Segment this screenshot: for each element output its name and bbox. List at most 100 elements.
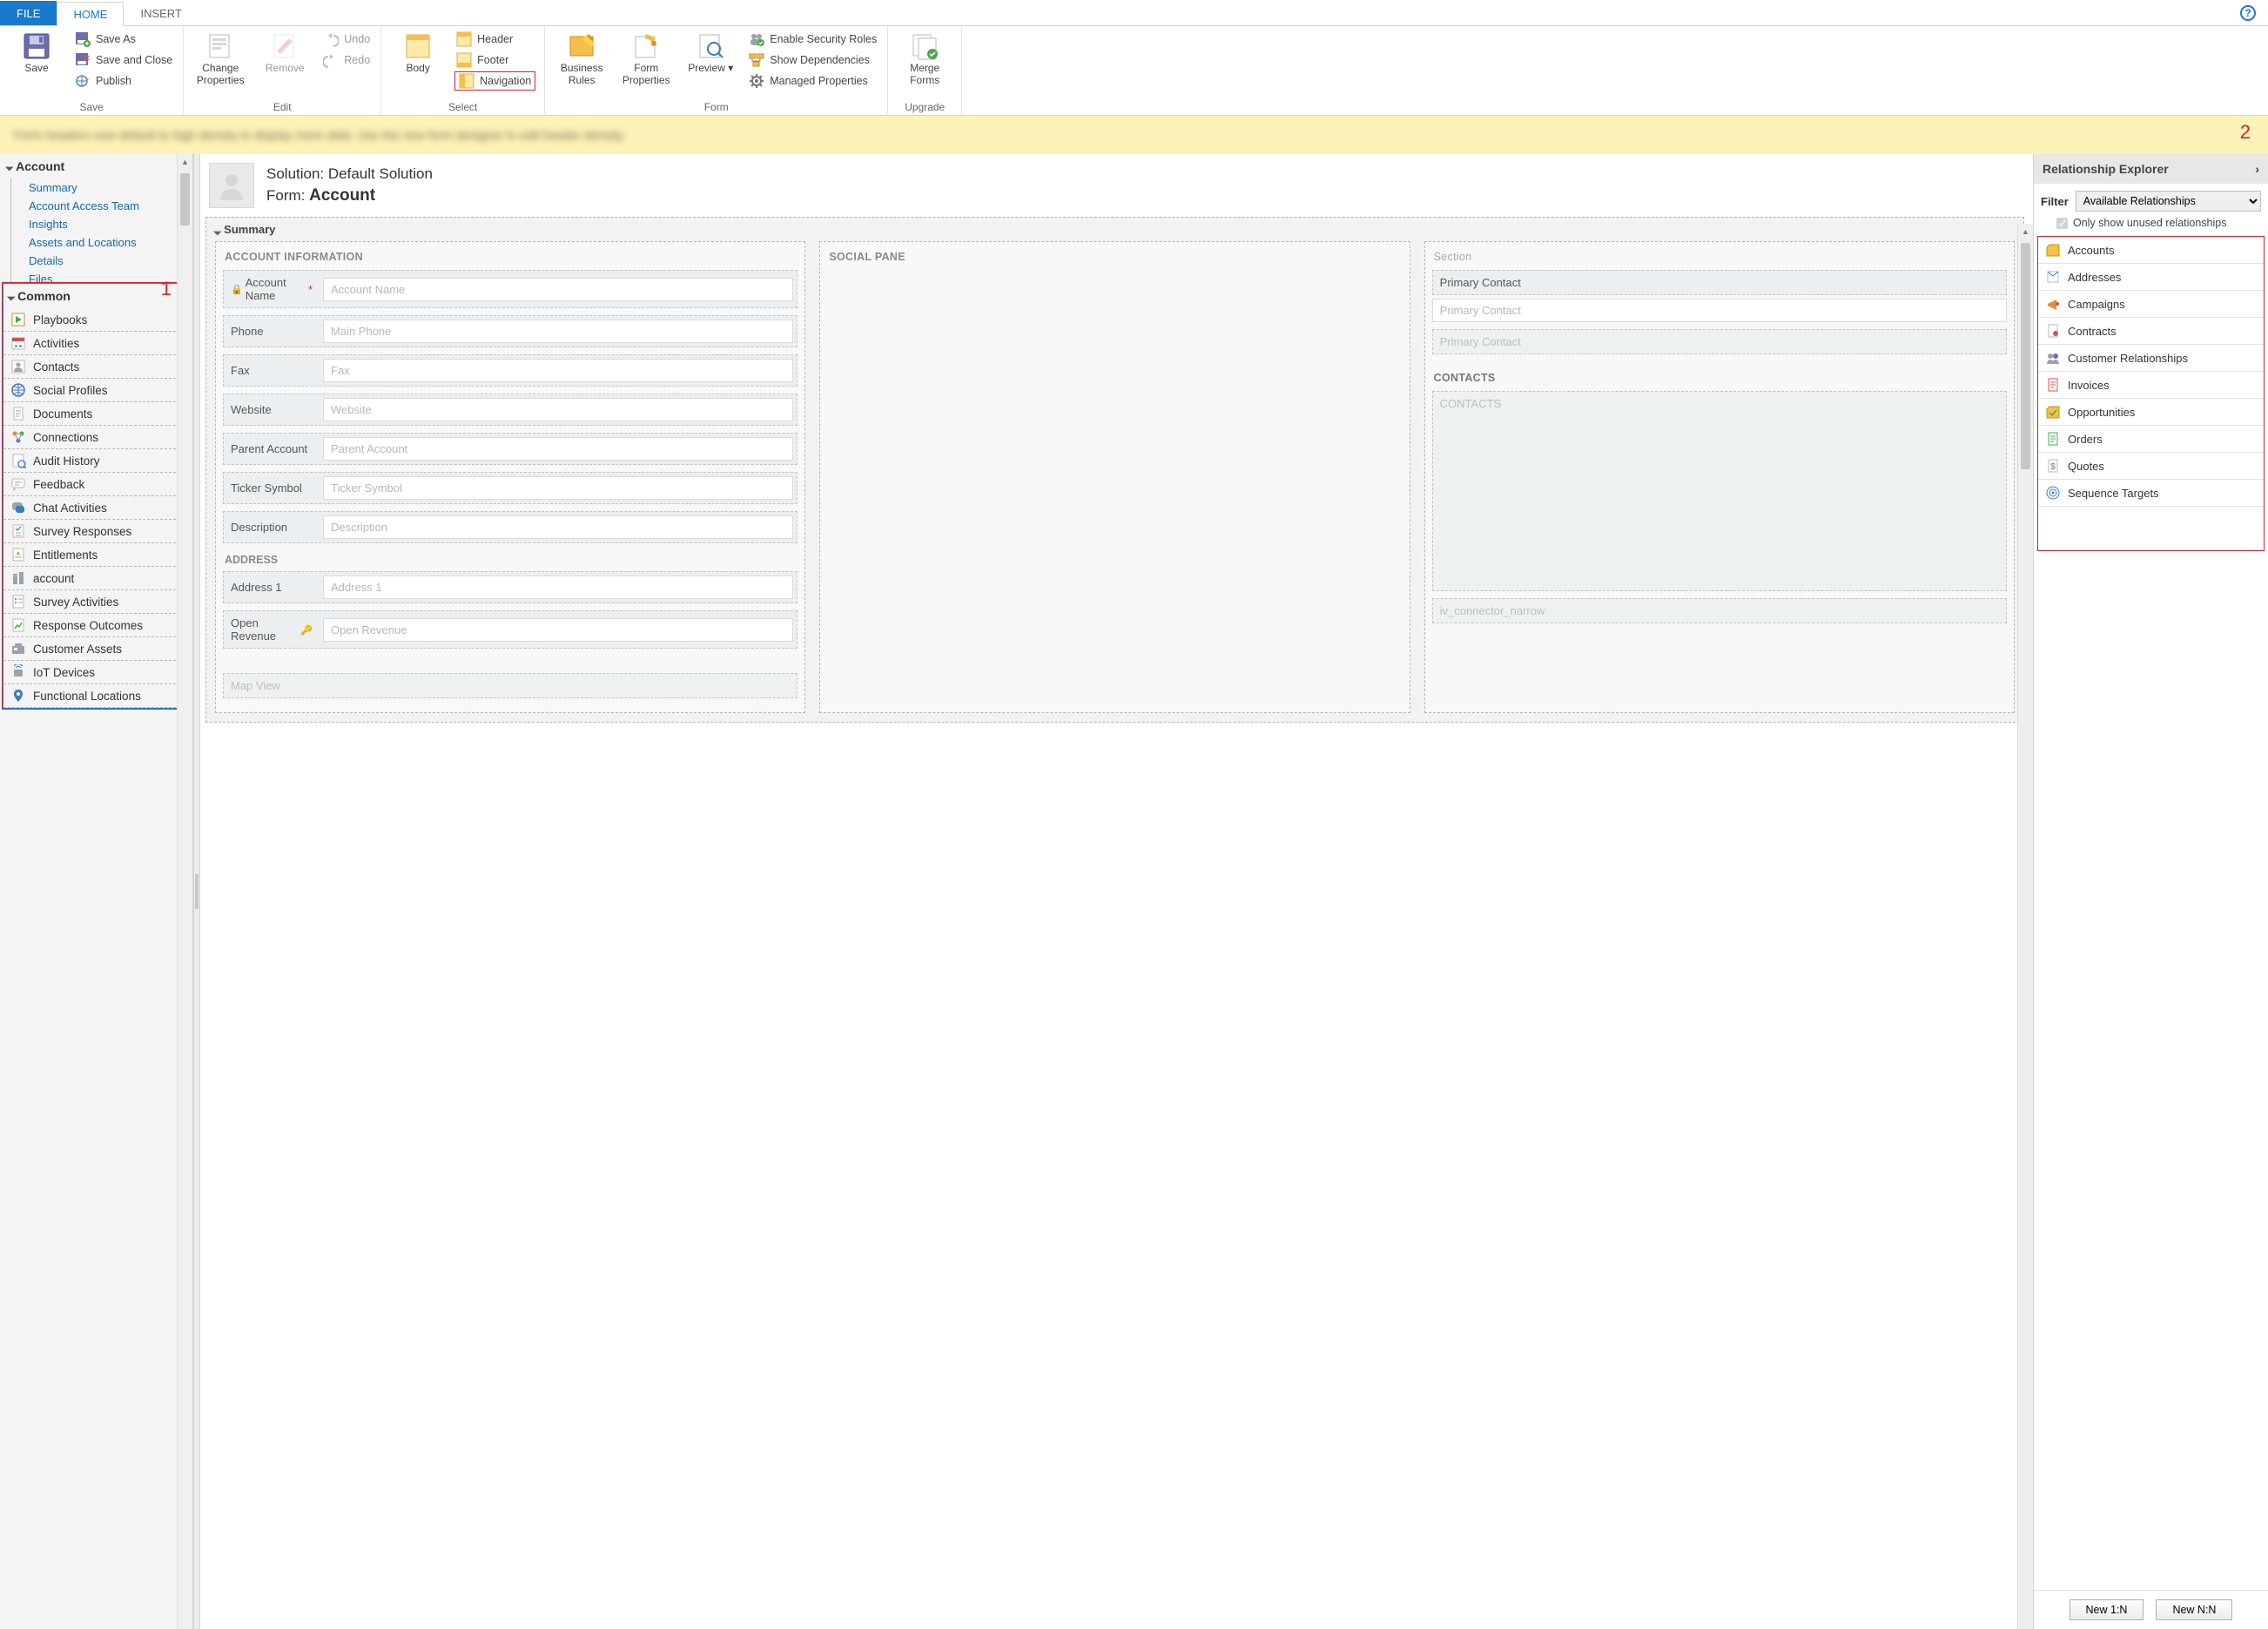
- item-icon: [10, 335, 26, 351]
- form-properties-button[interactable]: Form Properties: [618, 30, 674, 99]
- field-input[interactable]: Address 1: [323, 576, 793, 599]
- relationship-item-opportunities[interactable]: Opportunities: [2038, 399, 2264, 426]
- field-website[interactable]: WebsiteWebsite: [223, 394, 798, 426]
- summary-section[interactable]: Summary ACCOUNT INFORMATION 🔒Account Nam…: [205, 217, 2024, 723]
- leftnav-scrollbar[interactable]: ▲: [177, 154, 192, 1629]
- col-social-pane[interactable]: SOCIAL PANE: [819, 241, 1410, 713]
- common-item-audit-history[interactable]: Audit History: [3, 449, 189, 473]
- field-input[interactable]: Parent Account: [323, 437, 793, 461]
- footer-button[interactable]: Footer: [454, 50, 535, 70]
- item-icon: [10, 476, 26, 492]
- common-item-documents[interactable]: Documents: [3, 402, 189, 426]
- save-button[interactable]: Save: [9, 30, 64, 99]
- field-input[interactable]: Account Name: [323, 278, 793, 301]
- scroll-up-icon[interactable]: ▲: [178, 154, 192, 170]
- common-item-feedback[interactable]: Feedback: [3, 473, 189, 496]
- contacts-subgrid[interactable]: CONTACTS: [1432, 391, 2007, 591]
- common-item-survey-activities[interactable]: Survey Activities: [3, 590, 189, 614]
- field-ticker-symbol[interactable]: Ticker SymbolTicker Symbol: [223, 472, 798, 504]
- remove-label: Remove: [266, 63, 305, 75]
- only-unused-row[interactable]: Only show unused relationships: [2034, 215, 2268, 236]
- field-input[interactable]: Website: [323, 398, 793, 421]
- enable-security-button[interactable]: Enable Security Roles: [747, 30, 878, 49]
- canvas-scrollbar[interactable]: ▲: [2017, 224, 2033, 1629]
- field-primary-contact[interactable]: Primary Contact: [1432, 270, 2007, 295]
- relationship-item-orders[interactable]: Orders: [2038, 426, 2264, 453]
- scroll-thumb[interactable]: [2021, 243, 2030, 469]
- body-button[interactable]: Body: [390, 30, 446, 99]
- redo-button[interactable]: Redo: [321, 50, 372, 70]
- field-input[interactable]: Main Phone: [323, 320, 793, 343]
- nav-link-insights[interactable]: Insights: [10, 215, 192, 233]
- field-account-name[interactable]: 🔒Account Name*Account Name: [223, 270, 798, 308]
- field-address-1[interactable]: Address 1Address 1: [223, 571, 798, 603]
- relationship-item-quotes[interactable]: $Quotes: [2038, 453, 2264, 480]
- managed-properties-button[interactable]: Managed Properties: [747, 71, 878, 91]
- nav-link-assets[interactable]: Assets and Locations: [10, 233, 192, 252]
- common-item-response-outcomes[interactable]: Response Outcomes: [3, 614, 189, 637]
- publish-button[interactable]: Publish: [73, 71, 174, 91]
- common-item-iot-devices[interactable]: IoT Devices: [3, 661, 189, 684]
- field-description[interactable]: DescriptionDescription: [223, 511, 798, 543]
- tab-insert[interactable]: INSERT: [124, 1, 198, 25]
- primary-contact-ghost[interactable]: Primary Contact: [1432, 329, 2007, 354]
- common-item-account[interactable]: account: [3, 567, 189, 590]
- remove-button[interactable]: Remove: [257, 30, 313, 99]
- field-parent-account[interactable]: Parent AccountParent Account: [223, 433, 798, 465]
- common-item-entitlements[interactable]: Entitlements: [3, 543, 189, 567]
- relationship-item-accounts[interactable]: Accounts: [2038, 237, 2264, 264]
- save-as-button[interactable]: Save As: [73, 30, 174, 49]
- col-section[interactable]: Section Primary Contact Primary Contact …: [1424, 241, 2015, 713]
- scroll-up-icon[interactable]: ▲: [2018, 224, 2033, 239]
- help-icon[interactable]: ?: [2240, 5, 2256, 21]
- common-item-customer-assets[interactable]: Customer Assets: [3, 637, 189, 661]
- field-input[interactable]: Ticker Symbol: [323, 476, 793, 500]
- navigation-button[interactable]: Navigation: [454, 71, 535, 91]
- field-open-revenue[interactable]: Open Revenue🔑Open Revenue: [223, 610, 798, 649]
- new-nn-button[interactable]: New N:N: [2156, 1599, 2232, 1620]
- relationship-item-addresses[interactable]: Addresses: [2038, 264, 2264, 291]
- tab-file[interactable]: FILE: [0, 1, 57, 25]
- nav-link-access-team[interactable]: Account Access Team: [10, 197, 192, 215]
- change-properties-button[interactable]: Change Properties: [192, 30, 248, 99]
- nav-header-account[interactable]: Account: [0, 154, 192, 178]
- relationship-item-contracts[interactable]: Contracts: [2038, 318, 2264, 345]
- preview-button[interactable]: Preview ▾: [683, 30, 738, 99]
- show-dependencies-button[interactable]: Show Dependencies: [747, 50, 878, 70]
- col-account-info[interactable]: ACCOUNT INFORMATION 🔒Account Name*Accoun…: [215, 241, 805, 713]
- relationship-item-customer-relationships[interactable]: Customer Relationships: [2038, 345, 2264, 372]
- field-input[interactable]: Open Revenue: [323, 618, 793, 642]
- business-rules-button[interactable]: Business Rules: [554, 30, 609, 99]
- common-item-survey-responses[interactable]: Survey Responses: [3, 520, 189, 543]
- common-item-functional-locations[interactable]: Functional Locations: [3, 684, 189, 708]
- field-input[interactable]: Fax: [323, 359, 793, 382]
- iv-connector[interactable]: iv_connector_narrow: [1432, 598, 2007, 623]
- field-fax[interactable]: FaxFax: [223, 354, 798, 387]
- filter-select[interactable]: Available Relationships: [2076, 191, 2261, 212]
- common-item-activities[interactable]: Activities: [3, 332, 189, 355]
- nav-link-details[interactable]: Details: [10, 252, 192, 270]
- field-phone[interactable]: PhoneMain Phone: [223, 315, 798, 347]
- common-item-chat-activities[interactable]: Chat Activities: [3, 496, 189, 520]
- common-item-social-profiles[interactable]: Social Profiles: [3, 379, 189, 402]
- splitter[interactable]: [193, 154, 200, 1629]
- relationship-item-invoices[interactable]: Invoices: [2038, 372, 2264, 399]
- common-item-contacts[interactable]: Contacts: [3, 355, 189, 379]
- undo-button[interactable]: Undo: [321, 30, 372, 49]
- tab-home[interactable]: HOME: [57, 2, 124, 26]
- only-unused-checkbox[interactable]: [2056, 218, 2068, 229]
- relationship-explorer-header[interactable]: Relationship Explorer ›: [2034, 154, 2268, 184]
- save-close-button[interactable]: Save and Close: [73, 50, 174, 70]
- field-input[interactable]: Description: [323, 515, 793, 539]
- nav-link-summary[interactable]: Summary: [10, 178, 192, 197]
- relationship-item-sequence-targets[interactable]: Sequence Targets: [2038, 480, 2264, 507]
- common-item-playbooks[interactable]: Playbooks: [3, 308, 189, 332]
- scroll-thumb[interactable]: [180, 173, 190, 226]
- relationship-item-campaigns[interactable]: Campaigns: [2038, 291, 2264, 318]
- merge-forms-button[interactable]: Merge Forms: [897, 30, 952, 99]
- new-1n-button[interactable]: New 1:N: [2069, 1599, 2144, 1620]
- common-item-connections[interactable]: Connections: [3, 426, 189, 449]
- header-button[interactable]: Header: [454, 30, 535, 49]
- map-view-section[interactable]: Map View: [223, 673, 798, 698]
- primary-contact-value[interactable]: Primary Contact: [1432, 299, 2007, 322]
